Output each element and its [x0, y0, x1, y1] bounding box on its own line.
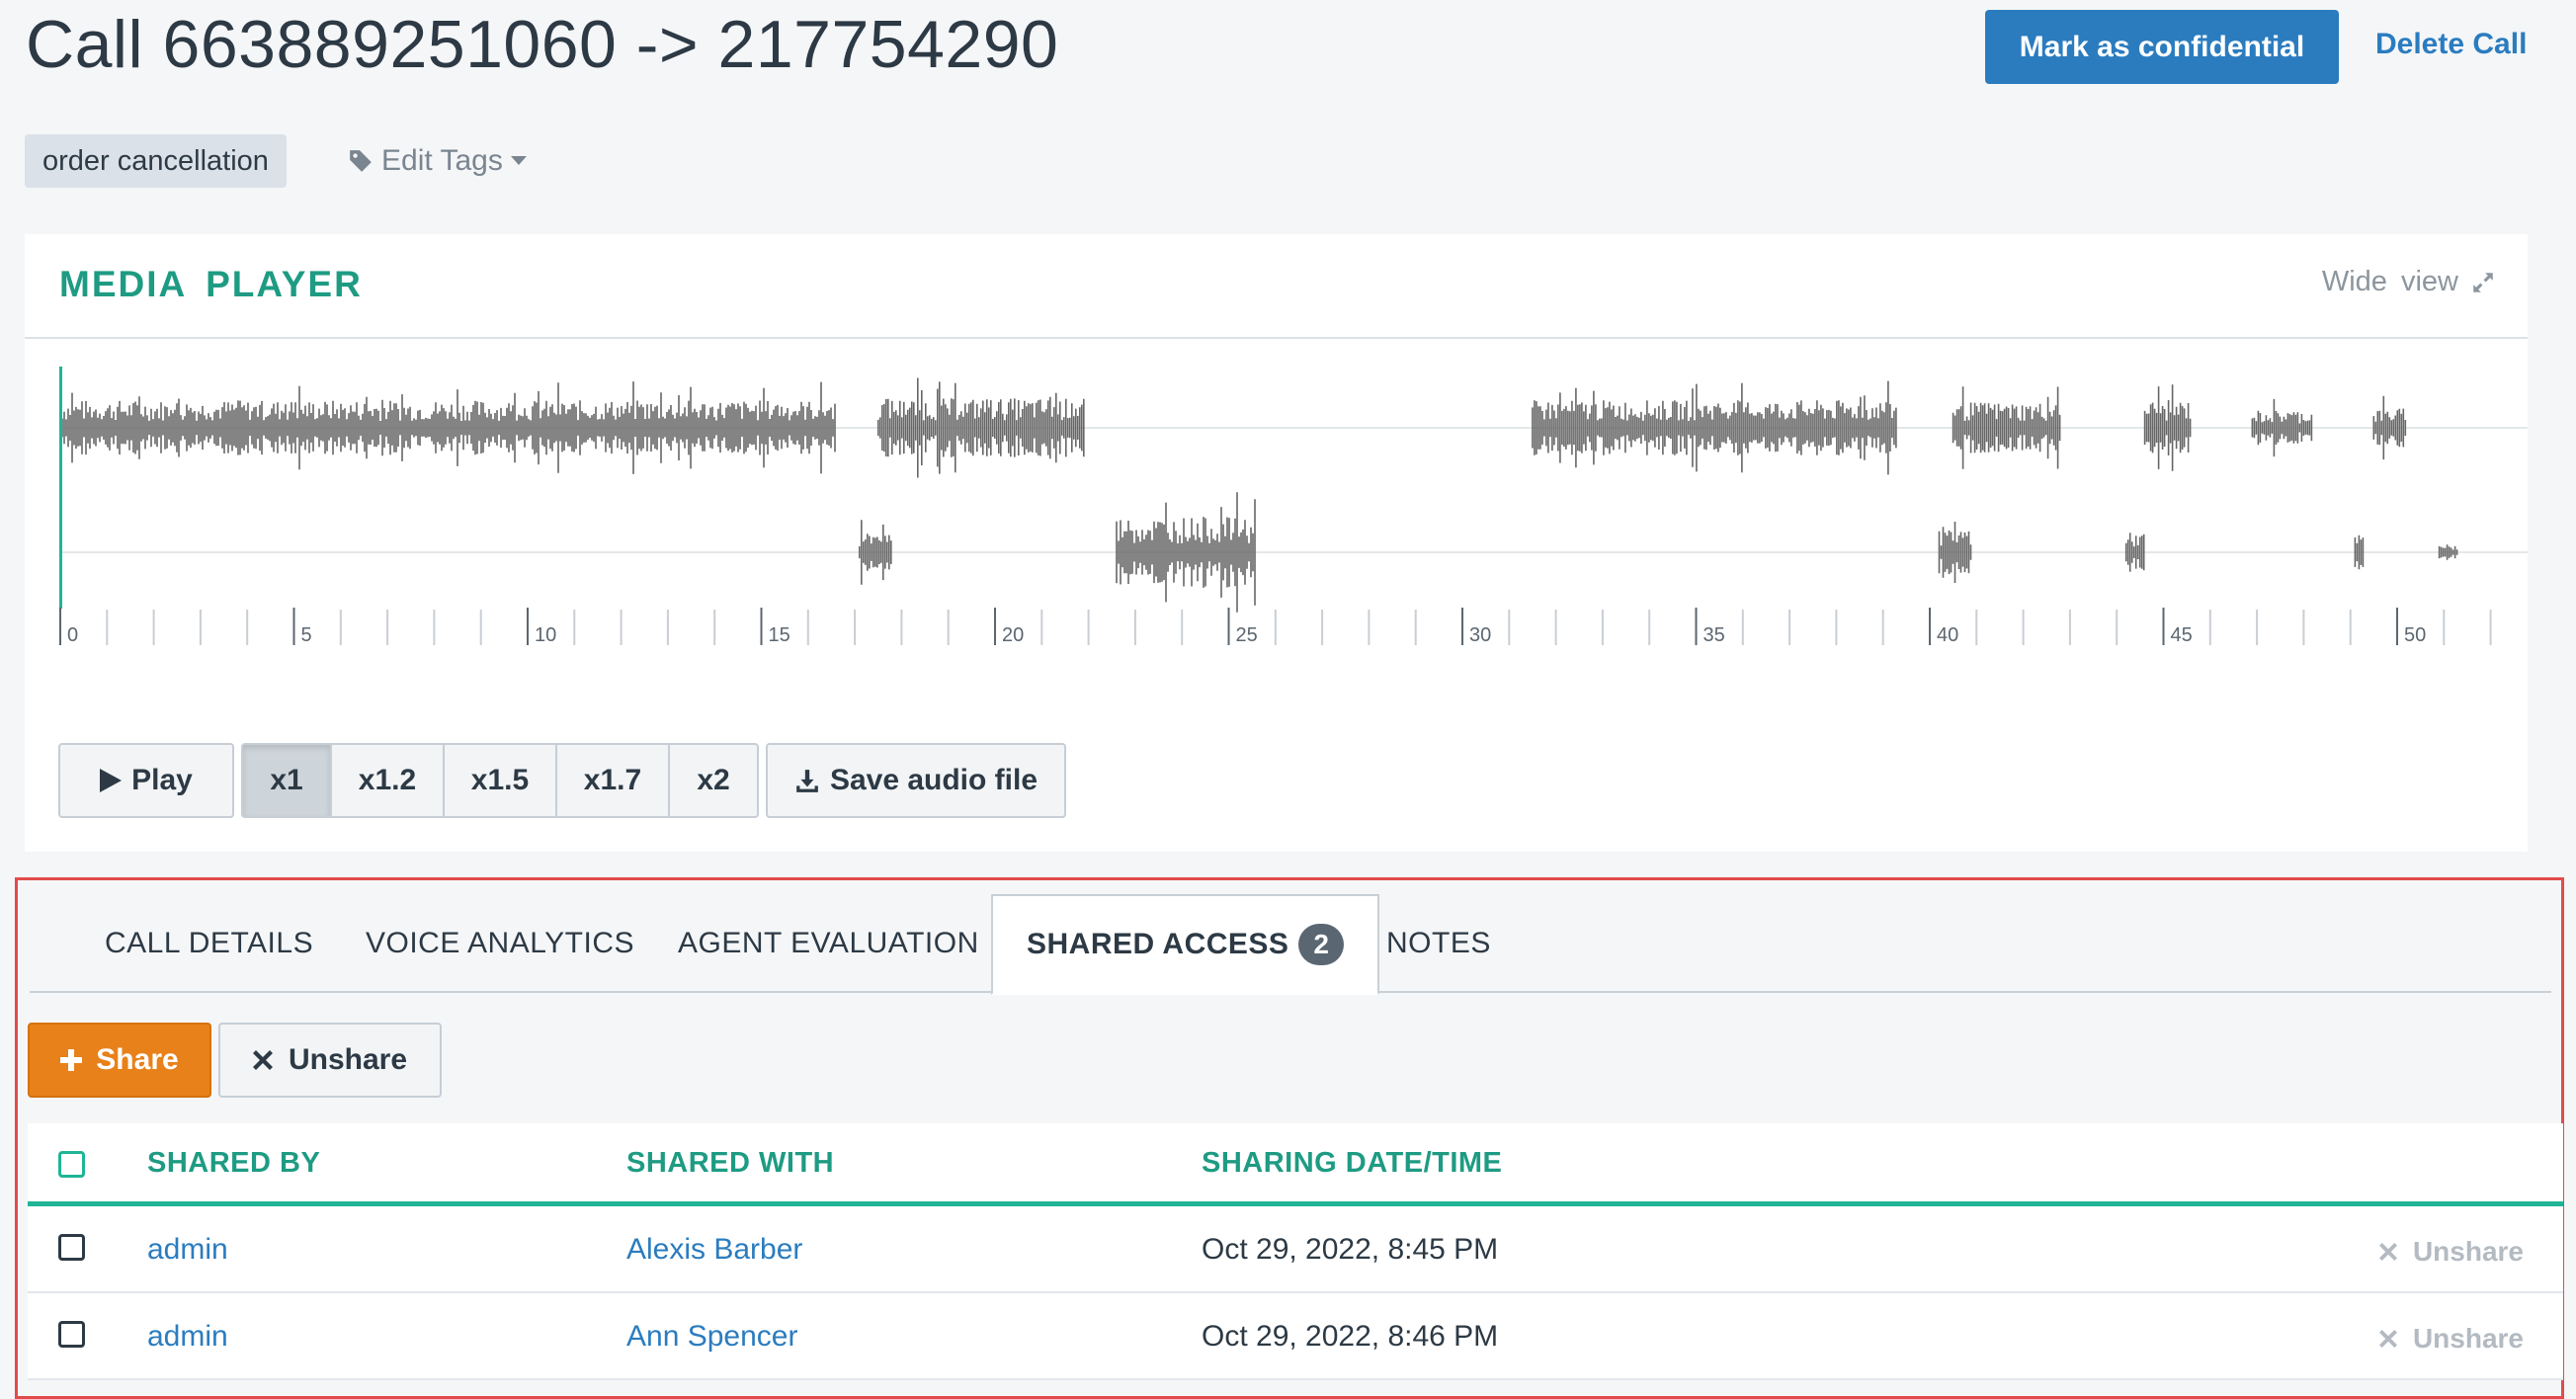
audio-waveform[interactable]: 0 5 10 15 20 25 30 35 40 45 50: [25, 367, 2528, 742]
timeline-label: 0: [67, 624, 78, 646]
speed-x1-7-button[interactable]: x1.7: [555, 743, 670, 818]
tab-notes[interactable]: NOTES: [1386, 894, 1491, 993]
close-icon: [2378, 1330, 2397, 1348]
delete-call-link[interactable]: Delete Call: [2375, 28, 2527, 61]
tab-shared-access-label: SHARED ACCESS: [1027, 928, 1289, 960]
speed-x1-5-button[interactable]: x1.5: [443, 743, 557, 818]
tab-bar: CALL DETAILS VOICE ANALYTICS AGENT EVALU…: [30, 894, 2551, 995]
call-page: Call 663889251060 -> 217754290 Mark as c…: [0, 0, 2576, 1399]
plus-icon: [60, 1049, 83, 1071]
shared-with-link[interactable]: Alexis Barber: [626, 1233, 802, 1267]
share-button[interactable]: Share: [28, 1023, 211, 1098]
row-unshare-button[interactable]: Unshare: [2378, 1323, 2524, 1355]
select-all-checkbox[interactable]: [58, 1151, 85, 1178]
expand-icon: [2473, 272, 2493, 292]
timeline-label: 10: [535, 624, 556, 646]
table-row: admin Ann Spencer Oct 29, 2022, 8:46 PM …: [28, 1293, 2563, 1380]
timeline-label: 25: [1236, 624, 1258, 646]
play-label: Play: [131, 764, 193, 796]
media-player-panel: MEDIA PLAYER Wide view 0 5 10 15 20 25 30 35 40 4…: [25, 234, 2528, 852]
timeline-label: 5: [301, 624, 312, 646]
tab-voice-analytics[interactable]: VOICE ANALYTICS: [366, 894, 634, 993]
player-controls: Play x1 x1.2 x1.5 x1.7 x2 Save audio fil…: [58, 743, 1066, 818]
tab-agent-evaluation[interactable]: AGENT EVALUATION: [678, 894, 979, 993]
row-unshare-label: Unshare: [2412, 1323, 2524, 1354]
close-icon: [2378, 1243, 2397, 1261]
row-checkbox[interactable]: [58, 1234, 85, 1261]
timeline-label: 50: [2404, 624, 2426, 646]
playback-speed-group: x1 x1.2 x1.5 x1.7 x2: [241, 743, 759, 818]
page-title: Call 663889251060 -> 217754290: [26, 7, 1059, 82]
row-unshare-button[interactable]: Unshare: [2378, 1236, 2524, 1268]
shared-access-table: SHARED BY SHARED WITH SHARING DATE/TIME …: [28, 1123, 2563, 1380]
unshare-label: Unshare: [288, 1043, 408, 1076]
play-icon: [100, 769, 123, 792]
media-player-title: MEDIA PLAYER: [59, 264, 363, 304]
caret-down-icon: [510, 156, 527, 165]
timeline-label: 20: [1002, 624, 1024, 646]
shared-by-link[interactable]: admin: [147, 1233, 228, 1267]
wide-view-label: Wide view: [2321, 266, 2458, 297]
shared-with-link[interactable]: Ann Spencer: [626, 1320, 797, 1354]
unshare-button[interactable]: Unshare: [218, 1023, 442, 1098]
row-checkbox[interactable]: [58, 1321, 85, 1348]
tag-badge[interactable]: order cancellation: [25, 134, 287, 188]
tab-call-details[interactable]: CALL DETAILS: [105, 894, 313, 993]
media-player-header: MEDIA PLAYER Wide view: [25, 234, 2528, 339]
mark-confidential-button[interactable]: Mark as confidential: [1985, 10, 2339, 84]
play-button[interactable]: Play: [58, 743, 234, 818]
speed-x1-2-button[interactable]: x1.2: [330, 743, 445, 818]
edit-tags-dropdown[interactable]: Edit Tags: [348, 144, 527, 178]
wide-view-toggle[interactable]: Wide view: [2322, 266, 2496, 298]
row-unshare-label: Unshare: [2412, 1236, 2524, 1267]
column-shared-by[interactable]: SHARED BY: [147, 1147, 320, 1180]
column-shared-with[interactable]: SHARED WITH: [626, 1147, 834, 1180]
table-header: SHARED BY SHARED WITH SHARING DATE/TIME: [28, 1123, 2563, 1206]
timeline-label: 15: [769, 624, 790, 646]
tab-shared-access[interactable]: SHARED ACCESS 2: [991, 894, 1380, 995]
timeline-label: 45: [2171, 624, 2193, 646]
timeline-label: 35: [1703, 624, 1725, 646]
table-row: admin Alexis Barber Oct 29, 2022, 8:45 P…: [28, 1206, 2563, 1293]
timeline-label: 30: [1469, 624, 1491, 646]
save-audio-button[interactable]: Save audio file: [766, 743, 1066, 818]
shared-by-link[interactable]: admin: [147, 1320, 228, 1354]
download-icon: [796, 770, 818, 792]
speed-x1-button[interactable]: x1: [241, 743, 332, 818]
tag-icon: [350, 150, 372, 172]
shared-count-badge: 2: [1298, 924, 1345, 965]
playhead-cursor[interactable]: [59, 367, 62, 609]
save-audio-label: Save audio file: [829, 764, 1039, 796]
sharing-datetime: Oct 29, 2022, 8:45 PM: [1202, 1233, 1499, 1266]
speed-x2-button[interactable]: x2: [668, 743, 759, 818]
highlighted-region: CALL DETAILS VOICE ANALYTICS AGENT EVALU…: [15, 877, 2564, 1399]
close-icon: [252, 1050, 273, 1070]
column-sharing-datetime[interactable]: SHARING DATE/TIME: [1202, 1147, 1502, 1180]
share-label: Share: [96, 1043, 179, 1076]
sharing-datetime: Oct 29, 2022, 8:46 PM: [1202, 1320, 1499, 1353]
timeline-label: 40: [1937, 624, 1958, 646]
edit-tags-label: Edit Tags: [381, 144, 503, 177]
